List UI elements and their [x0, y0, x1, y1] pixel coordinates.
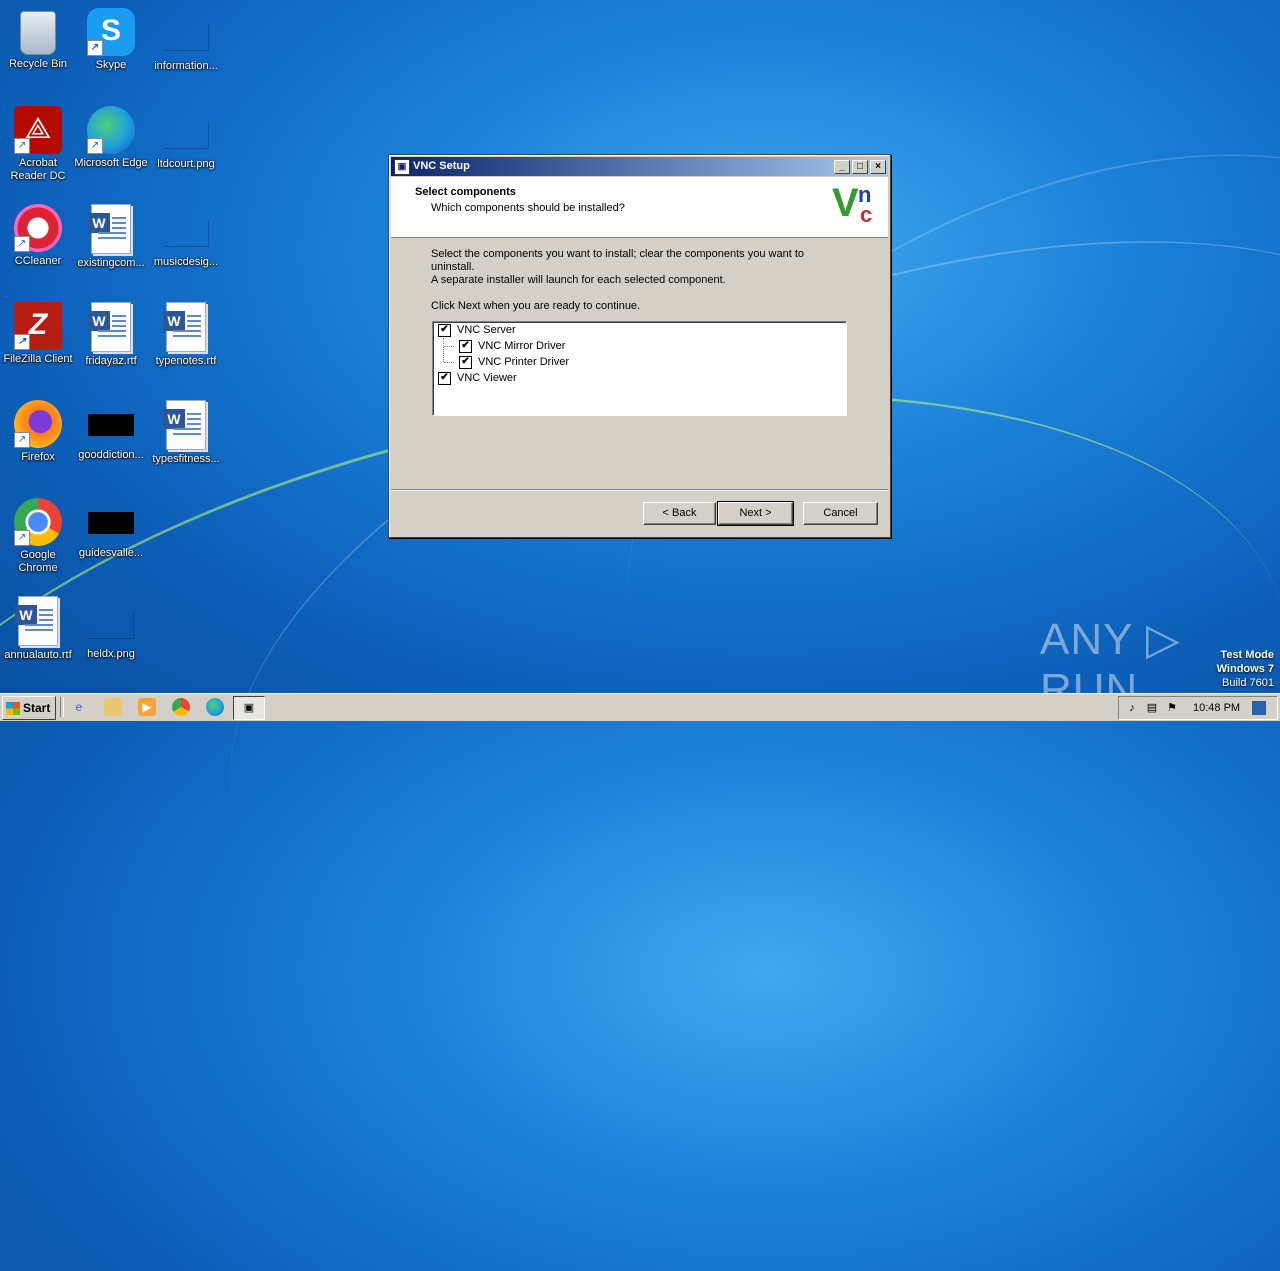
desktop-icon-guidesvalle[interactable]: guidesvalle... [73, 498, 149, 560]
word-document-icon: W [88, 302, 131, 352]
desktop-icon-annualauto[interactable]: W annualauto.rtf [0, 596, 76, 662]
windows-logo-icon [6, 701, 20, 715]
page-title: Select components [415, 186, 516, 198]
instruction-text: uninstall. [431, 261, 475, 273]
word-document-icon: W [163, 302, 206, 352]
checkbox[interactable]: ✔ [438, 371, 451, 385]
desktop-icon-typesfitness[interactable]: W typesfitness... [148, 400, 224, 466]
component-vnc-server[interactable]: ✔ VNC Server [438, 323, 516, 337]
taskbar-vnc-setup[interactable]: ▣ [233, 696, 265, 720]
tree-connector [444, 346, 454, 347]
desktop-icon-information[interactable]: information... [148, 8, 224, 73]
vnc-setup-window: ▣ VNC Setup _ □ × Select components Whic… [388, 154, 891, 538]
desktop-icon-heldx[interactable]: heldx.png [73, 596, 149, 661]
shortcut-arrow-icon: ↗ [87, 40, 103, 56]
checkbox[interactable]: ✔ [438, 323, 451, 337]
setup-app-icon: ▣ [243, 702, 255, 714]
image-file-icon [88, 512, 134, 534]
clock[interactable]: 10:48 PM [1193, 702, 1240, 714]
back-button[interactable]: < Back [643, 502, 716, 525]
image-file-icon [163, 220, 209, 247]
desktop-icon-acrobat[interactable]: ⟁ ↗ Acrobat Reader DC [0, 106, 76, 183]
shortcut-arrow-icon: ↗ [87, 138, 103, 154]
component-vnc-viewer[interactable]: ✔ VNC Viewer [438, 371, 517, 385]
test-mode-label: Test Mode Windows 7 Build 7601 [1216, 649, 1274, 689]
taskbar: Start e ▶ ▣ ♪ ▤ ⚑ 10:48 PM [0, 693, 1280, 721]
shortcut-arrow-icon: ↗ [14, 334, 30, 350]
volume-icon[interactable]: ♪ [1125, 701, 1139, 715]
instruction-text: Click Next when you are ready to continu… [431, 300, 641, 312]
desktop-icon-recycle-bin[interactable]: Recycle Bin [0, 8, 76, 71]
image-file-icon [163, 122, 209, 149]
tree-connector [443, 338, 444, 362]
action-center-flag-icon[interactable]: ⚑ [1165, 701, 1179, 715]
media-player-icon[interactable]: ▶ [138, 698, 156, 716]
shortcut-arrow-icon: ↗ [14, 236, 30, 252]
internet-explorer-icon[interactable]: e [70, 698, 88, 716]
file-explorer-icon[interactable] [104, 698, 122, 716]
network-icon[interactable]: ▤ [1145, 701, 1159, 715]
system-tray: ♪ ▤ ⚑ 10:48 PM [1118, 696, 1278, 720]
start-button[interactable]: Start [2, 696, 56, 720]
ccleaner-icon: ↗ [14, 204, 62, 252]
next-button[interactable]: Next > [717, 501, 794, 526]
word-document-icon: W [15, 596, 58, 646]
desktop-icon-firefox[interactable]: ↗ Firefox [0, 400, 76, 464]
title-bar[interactable]: ▣ VNC Setup _ □ × [391, 157, 888, 176]
desktop-icon-chrome[interactable]: ↗ Google Chrome [0, 498, 76, 575]
acrobat-icon: ⟁ ↗ [14, 106, 62, 154]
edge-taskbar-icon[interactable] [206, 698, 224, 716]
skype-icon: S ↗ [87, 8, 135, 56]
desktop-icon-musicdesig[interactable]: musicdesig... [148, 204, 224, 269]
desktop-icon-gooddiction[interactable]: gooddiction... [73, 400, 149, 462]
window-title: VNC Setup [413, 160, 470, 172]
minimize-button[interactable]: _ [834, 159, 850, 174]
checkbox[interactable]: ✔ [459, 355, 472, 369]
wizard-header: Select components Which components shoul… [391, 177, 888, 238]
tree-connector [444, 362, 454, 363]
desktop-icon-skype[interactable]: S ↗ Skype [73, 8, 149, 72]
filezilla-icon: Z ↗ [14, 302, 62, 350]
vnc-logo: V n c [832, 181, 873, 227]
taskbar-divider [60, 697, 64, 717]
desktop-icon-edge[interactable]: ↗ Microsoft Edge [73, 106, 149, 170]
instruction-text: A separate installer will launch for eac… [431, 274, 726, 286]
desktop-icon-ltdcourt[interactable]: ltdcourt.png [148, 106, 224, 171]
close-button[interactable]: × [870, 159, 886, 174]
shortcut-arrow-icon: ↗ [14, 530, 30, 546]
firefox-icon: ↗ [14, 400, 62, 448]
checkbox[interactable]: ✔ [459, 339, 472, 353]
page-subtitle: Which components should be installed? [431, 202, 625, 214]
word-document-icon: W [163, 400, 206, 450]
shortcut-arrow-icon: ↗ [14, 138, 30, 154]
setup-app-icon: ▣ [394, 158, 410, 175]
instruction-text: Select the components you want to instal… [431, 248, 804, 260]
recycle-bin-icon [20, 11, 56, 55]
edge-icon: ↗ [87, 106, 135, 154]
component-vnc-mirror-driver[interactable]: ✔ VNC Mirror Driver [459, 339, 565, 353]
image-file-icon [88, 414, 134, 436]
chrome-icon: ↗ [14, 498, 62, 546]
shortcut-arrow-icon: ↗ [14, 432, 30, 448]
maximize-button[interactable]: □ [852, 159, 868, 174]
chrome-taskbar-icon[interactable] [172, 698, 190, 716]
cancel-button[interactable]: Cancel [803, 502, 878, 525]
desktop-icon-typenotes[interactable]: W typenotes.rtf [148, 302, 224, 368]
desktop-icon-filezilla[interactable]: Z ↗ FileZilla Client [0, 302, 76, 366]
desktop-icon-existingcom[interactable]: W existingcom... [73, 204, 149, 270]
desktop-icon-ccleaner[interactable]: ↗ CCleaner [0, 204, 76, 268]
image-file-icon [163, 24, 209, 51]
component-vnc-printer-driver[interactable]: ✔ VNC Printer Driver [459, 355, 569, 369]
show-desktop-icon[interactable] [1252, 701, 1267, 715]
image-file-icon [88, 612, 134, 639]
separator [391, 489, 888, 491]
components-tree[interactable]: ✔ VNC Server ✔ VNC Mirror Driver ✔ VNC P… [432, 321, 847, 416]
desktop-icon-fridayaz[interactable]: W fridayaz.rtf [73, 302, 149, 368]
word-document-icon: W [88, 204, 131, 254]
